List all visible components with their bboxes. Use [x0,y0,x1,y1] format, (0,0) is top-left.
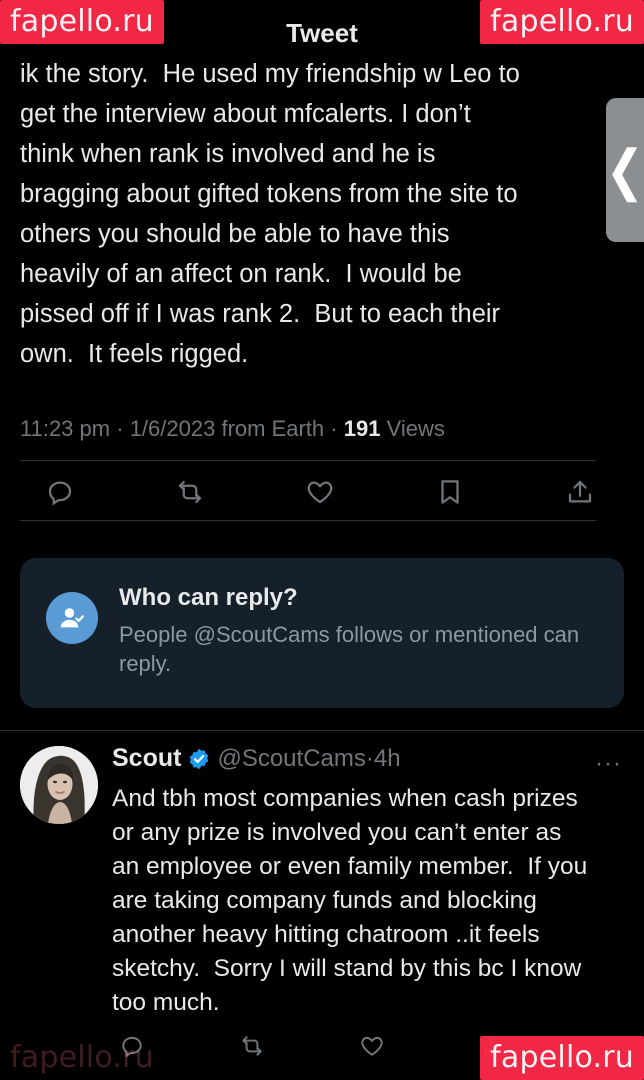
divider [0,730,644,731]
meta-separator: · [116,416,124,441]
views-count[interactable]: 191 [344,416,381,441]
user-check-icon [46,592,98,644]
watermark-bottom-right: fapello.ru [480,1036,644,1080]
tweet-meta: 11:23 pm · 1/6/2023 from Earth · 191 Vie… [20,416,445,442]
reply-header: Scout @ScoutCams · 4h [112,744,622,773]
retweet-icon [178,480,202,504]
like-icon [361,1036,383,1056]
who-can-reply-title: Who can reply? [119,584,298,611]
reply-like-button[interactable] [352,1026,392,1066]
who-can-reply-description: People @ScoutCams follows or mentioned c… [119,622,580,676]
retweet-icon [242,1036,262,1056]
share-icon [568,480,592,503]
watermark-top-left: fapello.ru [0,0,164,44]
tweet-action-bar [40,468,600,516]
bookmark-icon [441,480,459,504]
tweet-page: ik the story. He used my friendship w Le… [0,0,644,1080]
reply-time: 4h [373,744,401,772]
avatar[interactable] [20,746,98,824]
tweet-text: ik the story. He used my friendship w Le… [20,60,520,368]
retweet-button[interactable] [170,472,210,512]
page-title: Tweet [286,17,358,48]
watermark-bottom-left: fapello.ru [10,1040,154,1075]
side-panel-handle[interactable]: ❮ [606,98,644,242]
reply-text: And tbh most companies when cash prizes … [112,785,588,1016]
reply-retweet-button[interactable] [232,1026,272,1066]
watermark-top-right: fapello.ru [480,0,644,44]
bookmark-button[interactable] [430,472,470,512]
tweet-time: 11:23 pm [20,416,111,441]
views-label[interactable]: Views [387,416,445,441]
share-button[interactable] [560,472,600,512]
divider [20,460,596,461]
meta-separator: · [330,416,338,441]
verified-badge-icon [190,748,209,769]
reply-button[interactable] [40,472,80,512]
reply-separator: · [365,744,374,772]
tweet-location: from Earth [221,416,325,441]
divider [20,520,596,521]
like-icon [307,481,333,504]
comment-icon [48,481,72,506]
like-button[interactable] [300,472,340,512]
reply-author-name[interactable]: Scout [112,744,181,773]
who-can-reply-card: Who can reply? People @ScoutCams follows… [20,558,624,708]
chevron-left-icon: ❮ [605,138,644,202]
reply-action-bar [112,1026,512,1066]
tweet-date: 1/6/2023 [129,416,216,441]
more-options-icon[interactable]: ··· [595,750,622,778]
reply-author-handle[interactable]: @ScoutCams [217,745,365,773]
